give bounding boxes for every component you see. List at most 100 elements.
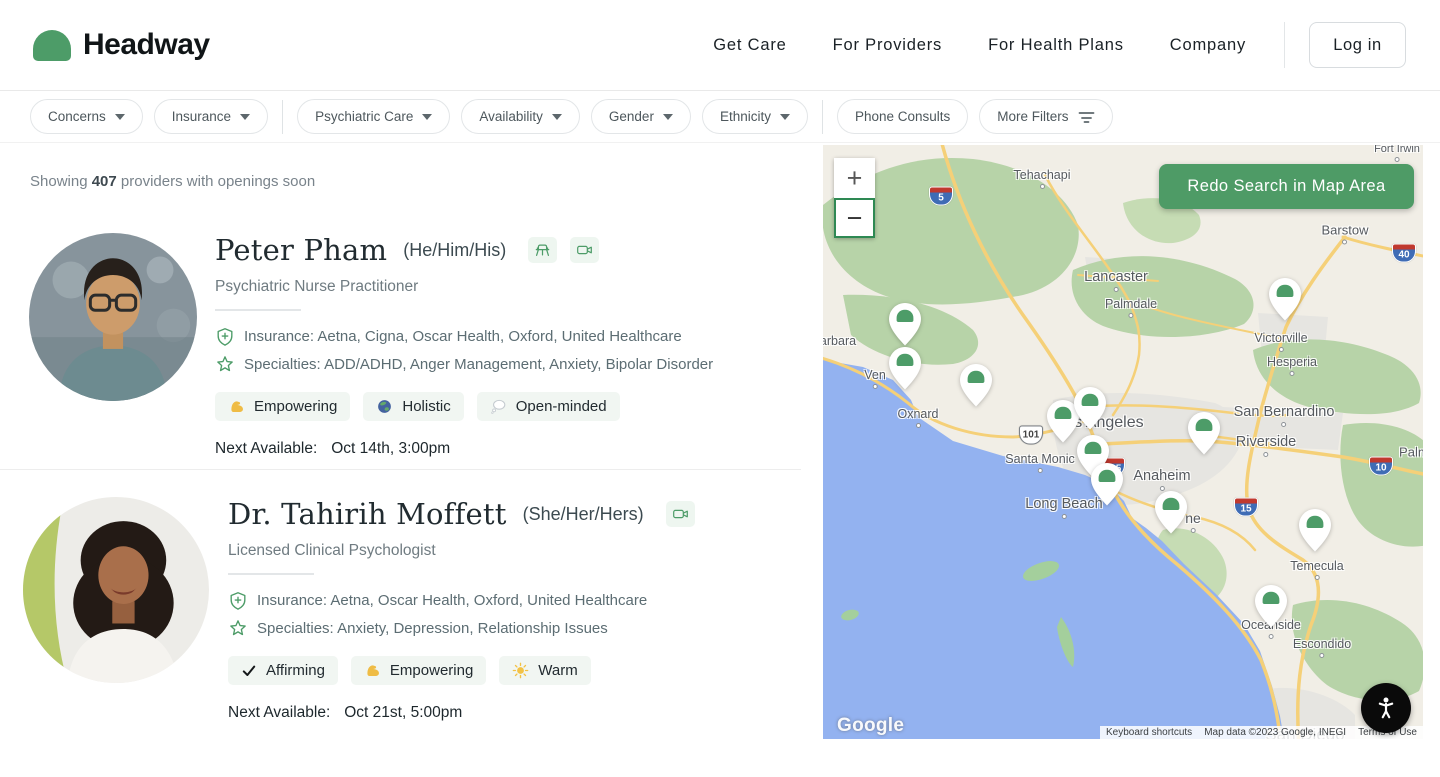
star-icon bbox=[230, 620, 246, 636]
map-town-dot bbox=[1314, 575, 1320, 580]
accessibility-person-icon bbox=[1378, 697, 1394, 719]
map-provider-pin[interactable] bbox=[1254, 584, 1288, 634]
map-city-label: Palm S bbox=[1399, 444, 1423, 460]
nav-item-for-providers[interactable]: For Providers bbox=[833, 36, 942, 55]
provider-title: Licensed Clinical Psychologist bbox=[228, 542, 436, 559]
map-panel[interactable]: + − Redo Search in Map Area Google Keybo… bbox=[823, 145, 1423, 739]
map-provider-pin[interactable] bbox=[1268, 277, 1302, 327]
filter-pill-gender[interactable]: Gender bbox=[590, 99, 691, 134]
check-icon bbox=[241, 663, 257, 679]
badge-label: Open-minded bbox=[515, 398, 607, 415]
filter-pill-ethnicity[interactable]: Ethnicity bbox=[701, 99, 808, 134]
next-available-value: Oct 21st, 5:00pm bbox=[344, 704, 463, 721]
filter-pill-label: Insurance bbox=[171, 109, 232, 124]
attribution-item[interactable]: Map data ©2023 Google, INEGI bbox=[1198, 726, 1353, 739]
map-city-label: Anaheim bbox=[1133, 468, 1191, 491]
filter-divider bbox=[821, 99, 823, 134]
provider-photo[interactable] bbox=[23, 497, 209, 683]
attribution-item[interactable]: Keyboard shortcuts bbox=[1100, 726, 1199, 739]
zoom-out-button[interactable]: − bbox=[834, 198, 875, 238]
provider-card[interactable]: Dr. Tahirih Moffett (She/Her/Hers) Licen… bbox=[0, 497, 801, 777]
zoom-in-button[interactable]: + bbox=[834, 158, 875, 198]
map-city-label: Palmdale bbox=[1105, 297, 1157, 318]
armchair-session-chip bbox=[528, 237, 558, 263]
personality-badge: Affirming bbox=[228, 656, 338, 685]
map-town-dot bbox=[1289, 371, 1295, 376]
map-city-label: Oxnard bbox=[898, 407, 939, 428]
filter-pill-insurance[interactable]: Insurance bbox=[153, 99, 269, 134]
results-count: 407 bbox=[91, 173, 117, 190]
provider-name[interactable]: Peter Pham bbox=[215, 233, 387, 267]
personality-badge: Empowering bbox=[215, 392, 351, 421]
badge-label: Warm bbox=[538, 662, 578, 679]
next-available-value: Oct 14th, 3:00pm bbox=[331, 440, 451, 457]
map-city-label: Fort Irwin bbox=[1374, 145, 1420, 162]
video-session-chip bbox=[570, 237, 600, 263]
map-provider-pin[interactable] bbox=[959, 363, 993, 413]
nav-item-company[interactable]: Company bbox=[1170, 36, 1246, 55]
map-provider-pin[interactable] bbox=[1154, 490, 1188, 540]
thought-icon bbox=[490, 398, 507, 415]
login-button[interactable]: Log in bbox=[1309, 22, 1406, 68]
header: Headway Get Care For Providers For Health … bbox=[0, 0, 1440, 91]
next-available-label: Next Available: bbox=[228, 704, 331, 721]
provider-card[interactable]: Peter Pham (He/Him/His) Psychiatric Nurs… bbox=[0, 233, 801, 470]
map-town-dot bbox=[915, 423, 921, 428]
map-provider-pin[interactable] bbox=[1298, 508, 1332, 558]
map-city-label: Tehachapi bbox=[1014, 168, 1071, 189]
filter-pill-label: Ethnicity bbox=[719, 109, 771, 124]
brand-logo[interactable]: Headway bbox=[33, 28, 210, 62]
map-city-label: Victorville bbox=[1254, 331, 1308, 352]
video-session-chip bbox=[665, 501, 695, 527]
map-city-label: Lancaster bbox=[1084, 269, 1148, 292]
filter-pill-psychiatric-care[interactable]: Psychiatric Care bbox=[297, 99, 451, 134]
title-divider bbox=[228, 573, 314, 575]
chevron-down-icon bbox=[422, 113, 433, 120]
map-town-dot bbox=[1342, 239, 1348, 245]
muscle-icon bbox=[364, 662, 381, 679]
provider-photo[interactable] bbox=[29, 233, 197, 401]
next-available: Next Available: Oct 21st, 5:00pm bbox=[228, 704, 801, 722]
map-provider-pin[interactable] bbox=[888, 346, 922, 396]
shield-plus-icon bbox=[217, 328, 233, 346]
personality-badges: Affirming Empowering Warm bbox=[228, 656, 801, 685]
nav-item-for-health-plans[interactable]: For Health Plans bbox=[988, 36, 1124, 55]
provider-pronouns: (He/Him/His) bbox=[403, 239, 507, 260]
badge-label: Affirming bbox=[266, 662, 325, 679]
map-provider-pin[interactable] bbox=[1090, 462, 1124, 512]
map-city-label: Temecula bbox=[1290, 559, 1344, 580]
badge-label: Empowering bbox=[254, 398, 338, 415]
filter-pill-phone-consults[interactable]: Phone Consults bbox=[836, 99, 969, 134]
personality-badge: Empowering bbox=[350, 656, 487, 685]
map-provider-pin[interactable] bbox=[888, 302, 922, 352]
nav-divider bbox=[1284, 22, 1285, 68]
provider-list-scroll[interactable]: Showing 407 providers with openings soon bbox=[0, 143, 823, 777]
chevron-down-icon bbox=[551, 113, 562, 120]
google-logo[interactable]: Google bbox=[837, 715, 904, 737]
filter-pill-availability[interactable]: Availability bbox=[461, 99, 580, 134]
map-provider-pin[interactable] bbox=[1073, 386, 1107, 436]
map-town-dot bbox=[1037, 468, 1043, 473]
map-town-dot bbox=[1319, 653, 1325, 658]
chevron-down-icon bbox=[662, 113, 673, 120]
map-city-label: San Bernardino bbox=[1234, 404, 1334, 427]
nav-item-get-care[interactable]: Get Care bbox=[713, 36, 786, 55]
specialties-label: Specialties: bbox=[257, 620, 334, 637]
chevron-down-icon bbox=[240, 113, 251, 120]
filter-pill-concerns[interactable]: Concerns bbox=[30, 99, 143, 134]
filter-pill-more-filters[interactable]: More Filters bbox=[979, 99, 1113, 134]
map-city-label: Hesperia bbox=[1267, 355, 1317, 376]
personality-badges: Empowering Holistic Open-minded bbox=[215, 392, 801, 421]
provider-name[interactable]: Dr. Tahirih Moffett bbox=[228, 497, 507, 531]
specialties-label: Specialties: bbox=[244, 356, 321, 373]
muscle-icon bbox=[228, 398, 245, 415]
accessibility-button[interactable] bbox=[1361, 683, 1411, 733]
armchair-icon bbox=[533, 241, 552, 259]
next-available: Next Available: Oct 14th, 3:00pm bbox=[215, 440, 801, 458]
redo-search-button[interactable]: Redo Search in Map Area bbox=[1159, 164, 1414, 209]
video-icon bbox=[575, 242, 594, 258]
map-zoom-control: + − bbox=[834, 158, 875, 238]
map-city-label: Ven bbox=[864, 368, 886, 389]
shield-plus-icon bbox=[230, 592, 246, 610]
map-provider-pin[interactable] bbox=[1187, 411, 1221, 461]
